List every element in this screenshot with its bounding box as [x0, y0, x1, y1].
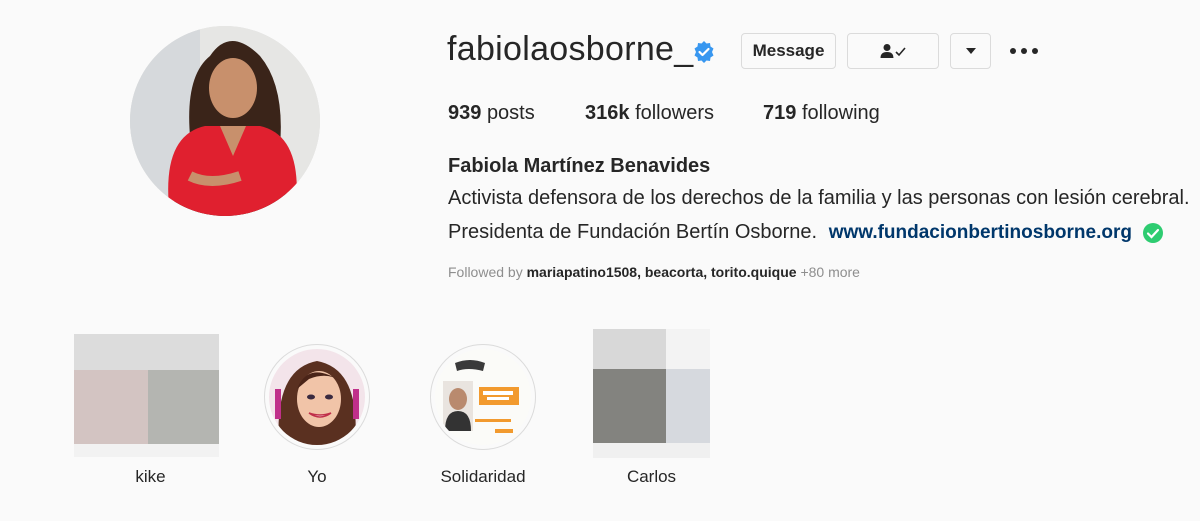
bio-line-2: Presidenta de Fundación Bertín Osborne. …	[448, 221, 1164, 244]
verified-badge-icon	[694, 41, 714, 63]
profile-full-name: Fabiola Martínez Benavides	[448, 155, 711, 177]
followed-by-more: +80 more	[800, 264, 860, 280]
highlight-label-solidaridad: Solidaridad	[440, 467, 526, 486]
highlight-label-yo: Yo	[307, 467, 327, 486]
ellipsis-icon[interactable]	[1008, 44, 1040, 58]
profile-photo	[130, 26, 320, 216]
suggested-dropdown-button[interactable]	[950, 33, 991, 69]
bio-line-2-text: Presidenta de Fundación Bertín Osborne.	[448, 221, 818, 243]
highlight-yo[interactable]	[264, 344, 370, 450]
highlight-kike[interactable]	[74, 334, 219, 457]
followers-label: followers	[635, 102, 714, 124]
message-button-label: Message	[752, 41, 825, 60]
highlight-cover-image	[74, 334, 219, 457]
followers-link[interactable]: 316k followers	[585, 102, 714, 125]
website-link[interactable]: www.fundacionbertinosborne.org	[829, 222, 1132, 243]
person-check-icon	[880, 44, 906, 58]
caret-down-icon	[965, 48, 976, 54]
followed-by-line[interactable]: Followed by mariapatino1508, beacorta, t…	[448, 264, 860, 280]
event-poster-icon	[435, 349, 531, 445]
followed-by-prefix: Followed by	[448, 264, 523, 280]
highlight-label-carlos: Carlos	[626, 467, 677, 486]
highlight-solidaridad[interactable]	[430, 344, 536, 450]
posts-stat: 939 posts	[448, 102, 535, 125]
following-button[interactable]	[847, 33, 939, 69]
followed-by-users: mariapatino1508, beacorta, torito.quique	[526, 264, 797, 280]
followers-count: 316k	[585, 102, 630, 124]
following-count: 719	[763, 102, 797, 124]
profile-avatar[interactable]	[130, 26, 320, 216]
highlight-cover-image	[269, 349, 365, 445]
profile-username: fabiolaosborne_	[447, 30, 694, 68]
highlight-label-kike: kike	[135, 467, 166, 486]
highlight-cover-image	[435, 349, 531, 445]
message-button[interactable]: Message	[741, 33, 836, 69]
highlight-carlos[interactable]	[593, 329, 710, 458]
illustrated-portrait-icon	[269, 349, 365, 445]
posts-label: posts	[486, 102, 535, 124]
following-link[interactable]: 719 following	[763, 102, 880, 125]
highlight-cover-image	[593, 329, 710, 458]
posts-count: 939	[448, 102, 482, 124]
following-label: following	[801, 102, 880, 124]
bio-line-1: Activista defensora de los derechos de l…	[448, 187, 1190, 209]
check-circle-icon	[1142, 222, 1163, 243]
